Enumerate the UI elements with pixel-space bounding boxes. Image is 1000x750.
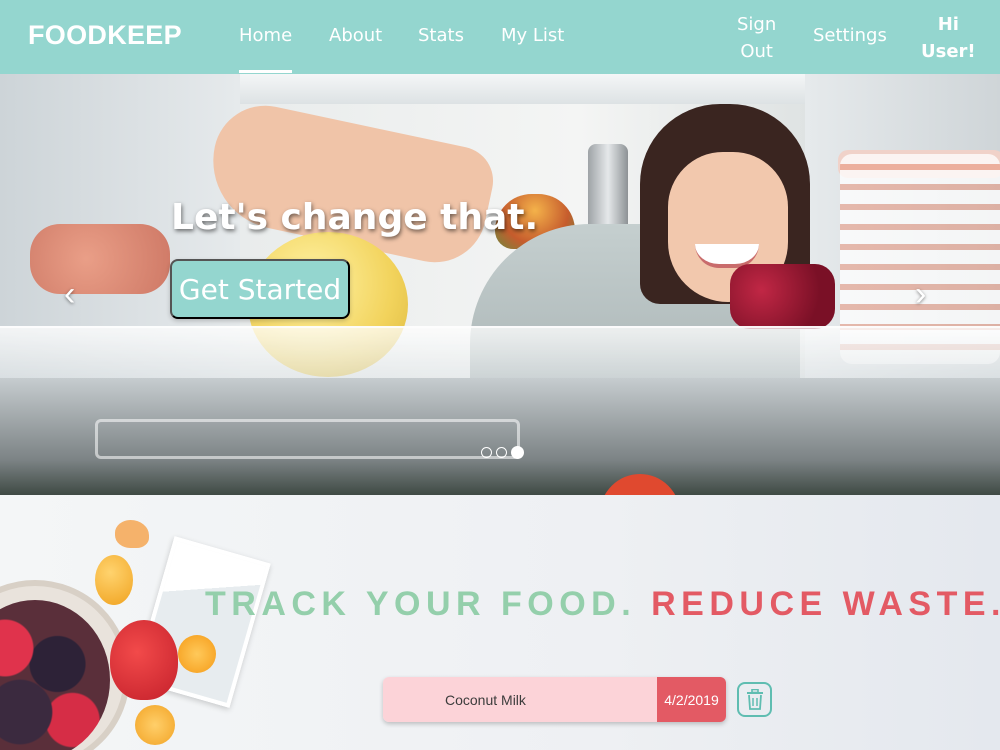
- food-list-item[interactable]: Coconut Milk 4/2/2019: [383, 677, 726, 722]
- hero-carousel: Let's change that. Get Started ‹ ›: [0, 74, 1000, 495]
- pomegranate-bowl-image: [730, 264, 835, 329]
- greeting-line2: User!: [921, 41, 976, 62]
- nav-settings-link[interactable]: Settings: [813, 25, 887, 46]
- hero-heading: Let's change that.: [171, 197, 539, 238]
- tagline-part2: REDUCE WASTE.: [651, 585, 1000, 623]
- orange-slice-image: [178, 635, 216, 673]
- carousel-dot-1[interactable]: [481, 447, 492, 458]
- carousel-dot-2[interactable]: [496, 447, 507, 458]
- nav-about-link[interactable]: About: [329, 25, 382, 46]
- tagline-part1: TRACK YOUR FOOD.: [205, 585, 637, 623]
- nav-home-link[interactable]: Home: [239, 25, 293, 73]
- food-tracker-section: TRACK YOUR FOOD. REDUCE WASTE. Coconut M…: [0, 495, 1000, 750]
- vegetables-image: [30, 224, 170, 294]
- carousel-next-icon[interactable]: ›: [915, 277, 926, 311]
- nav-my-list-link[interactable]: My List: [501, 25, 564, 46]
- peach-piece-image: [115, 520, 149, 548]
- trash-icon: [746, 688, 763, 710]
- brand-logo[interactable]: FOODKEEP: [28, 20, 182, 51]
- sign-out-line1: Sign: [737, 14, 777, 35]
- top-navbar: FOODKEEP Home About Stats My List Sign O…: [0, 0, 1000, 74]
- food-item-name: Coconut Milk: [383, 677, 657, 722]
- carousel-indicators: [481, 446, 524, 459]
- user-greeting: Hi User!: [921, 11, 976, 65]
- delete-item-button[interactable]: [737, 682, 772, 717]
- sign-out-line2: Out: [740, 41, 773, 62]
- apricot-image: [95, 555, 133, 605]
- food-item-date: 4/2/2019: [657, 677, 726, 722]
- drawer-handle: [95, 419, 520, 459]
- get-started-button[interactable]: Get Started: [170, 259, 350, 319]
- carousel-dot-3[interactable]: [511, 446, 524, 459]
- sign-out-link[interactable]: Sign Out: [737, 11, 776, 65]
- orange-slice-image-2: [135, 705, 175, 745]
- greeting-line1: Hi: [937, 14, 959, 35]
- carousel-prev-icon[interactable]: ‹: [64, 277, 75, 311]
- fridge-shelf: [0, 326, 1000, 378]
- nav-stats-link[interactable]: Stats: [418, 25, 464, 46]
- strawberry-image: [110, 620, 178, 700]
- tagline: TRACK YOUR FOOD. REDUCE WASTE.: [205, 585, 1000, 624]
